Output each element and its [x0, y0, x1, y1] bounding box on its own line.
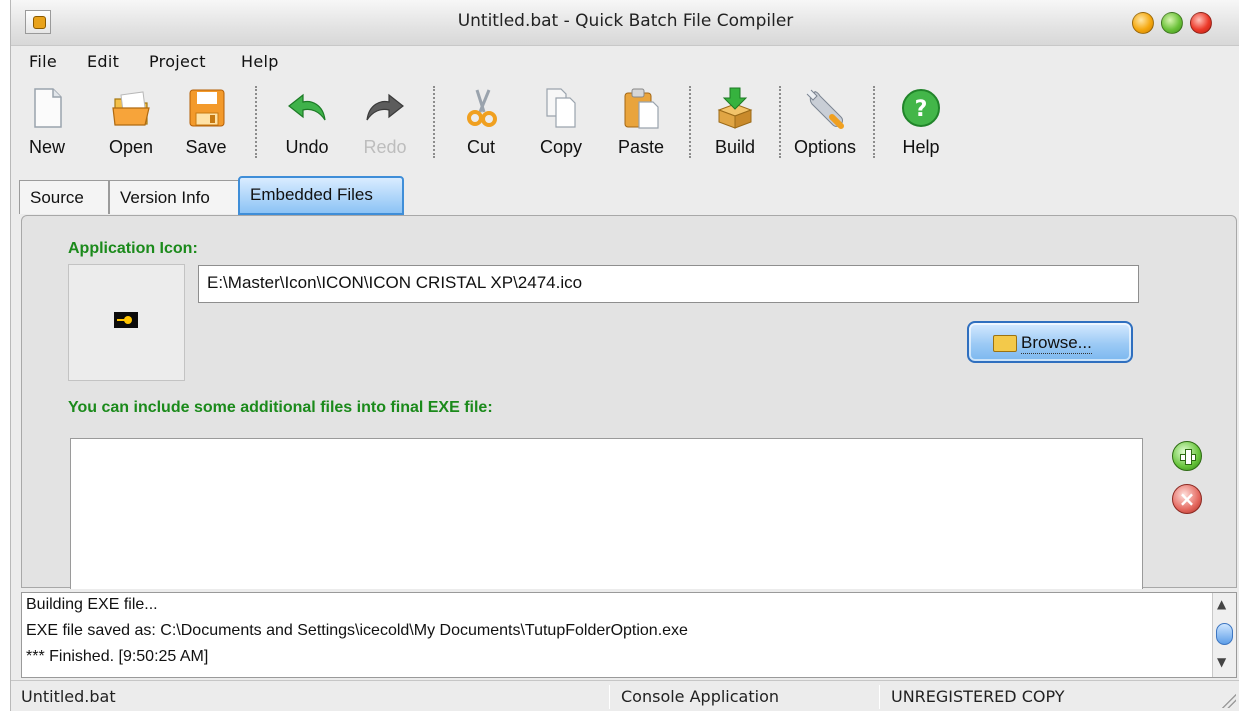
paste-button[interactable]: Paste	[611, 84, 671, 162]
app-window: Untitled.bat - Quick Batch File Compiler…	[10, 0, 1239, 711]
copy-icon	[546, 88, 576, 128]
tab-version-info[interactable]: Version Info	[109, 180, 239, 214]
paste-label: Paste	[617, 137, 665, 157]
log-scrollbar[interactable]: ▲ ▼	[1212, 593, 1236, 677]
toolbar-separator	[689, 86, 691, 158]
open-button[interactable]: Open	[101, 84, 161, 162]
menu-help[interactable]: Help	[241, 52, 279, 71]
redo-button[interactable]: Redo	[355, 84, 415, 162]
toolbar-separator	[779, 86, 781, 158]
undo-arrow-icon	[288, 93, 326, 121]
add-file-button[interactable]	[1172, 441, 1202, 471]
toolbar-separator	[873, 86, 875, 158]
embedded-files-panel: Application Icon: E:\Master\Icon\ICON\IC…	[21, 215, 1237, 589]
build-box-icon	[717, 87, 753, 129]
build-button[interactable]: Build	[705, 84, 765, 162]
build-label: Build	[714, 137, 756, 157]
window-title: Untitled.bat - Quick Batch File Compiler	[457, 11, 794, 31]
tab-source[interactable]: Source	[19, 180, 109, 214]
icon-path-field[interactable]: E:\Master\Icon\ICON\ICON CRISTAL XP\2474…	[198, 265, 1139, 303]
menu-project[interactable]: Project	[149, 52, 206, 71]
undo-label: Undo	[285, 137, 329, 157]
menu-file[interactable]: File	[29, 52, 57, 71]
tab-embedded-files[interactable]: Embedded Files	[238, 176, 404, 215]
folder-icon	[993, 335, 1017, 352]
scroll-thumb[interactable]	[1216, 623, 1233, 645]
additional-files-label: You can include some additional files in…	[68, 399, 493, 416]
scroll-up-arrow-icon[interactable]: ▲	[1217, 597, 1226, 611]
log-line: Building EXE file...	[26, 596, 158, 613]
status-bar: Untitled.bat Console Application UNREGIS…	[11, 680, 1239, 711]
remove-file-button[interactable]: ×	[1172, 484, 1202, 514]
status-divider	[609, 685, 610, 709]
options-label: Options	[793, 137, 857, 157]
toolbar: New Open Save Undo Redo Cut Copy Paste B…	[11, 78, 1239, 166]
close-button[interactable]	[1190, 12, 1212, 34]
toolbar-separator	[433, 86, 435, 158]
new-file-icon	[34, 88, 62, 128]
title-bar[interactable]: Untitled.bat - Quick Batch File Compiler	[11, 0, 1239, 46]
resize-grip-icon[interactable]	[1220, 692, 1236, 708]
help-label: Help	[902, 137, 940, 157]
minimize-button[interactable]	[1132, 12, 1154, 34]
new-button[interactable]: New	[17, 84, 77, 162]
embedded-files-list[interactable]	[70, 438, 1143, 589]
undo-button[interactable]: Undo	[277, 84, 337, 162]
output-log[interactable]: Building EXE file... EXE file saved as: …	[21, 592, 1237, 678]
status-divider	[879, 685, 880, 709]
desktop-edge	[0, 0, 10, 711]
save-disk-icon	[189, 89, 225, 127]
status-registration: UNREGISTERED COPY	[891, 687, 1065, 706]
status-app-type: Console Application	[621, 687, 779, 706]
save-button[interactable]: Save	[176, 84, 236, 162]
log-line: EXE file saved as: C:\Documents and Sett…	[26, 622, 688, 639]
maximize-button[interactable]	[1161, 12, 1183, 34]
help-button[interactable]: ? Help	[891, 84, 951, 162]
application-icon-label: Application Icon:	[68, 240, 198, 257]
scissors-icon	[467, 89, 497, 127]
paste-clipboard-icon	[624, 88, 659, 129]
cut-button[interactable]: Cut	[451, 84, 511, 162]
status-file-name: Untitled.bat	[21, 687, 116, 706]
options-button[interactable]: Options	[794, 84, 856, 162]
menu-edit[interactable]: Edit	[87, 52, 119, 71]
key-icon	[114, 312, 138, 328]
menu-bar: File Edit Project Help	[11, 46, 1239, 76]
scroll-down-arrow-icon[interactable]: ▼	[1217, 655, 1226, 669]
browse-label: Browse...	[1021, 333, 1092, 354]
wrench-icon	[806, 89, 844, 129]
save-label: Save	[185, 137, 227, 157]
open-label: Open	[108, 137, 154, 157]
browse-button[interactable]: Browse...	[967, 321, 1133, 363]
new-label: New	[28, 137, 65, 157]
help-question-icon: ?	[902, 89, 940, 127]
icon-preview	[68, 264, 185, 381]
svg-text:?: ?	[915, 97, 928, 122]
open-folder-icon	[112, 91, 150, 126]
remove-x-icon: ×	[1178, 487, 1196, 511]
log-line: *** Finished. [9:50:25 AM]	[26, 648, 209, 665]
redo-label: Redo	[363, 137, 407, 157]
copy-button[interactable]: Copy	[531, 84, 591, 162]
redo-arrow-icon	[366, 93, 404, 121]
cut-label: Cut	[466, 137, 495, 157]
copy-label: Copy	[539, 137, 583, 157]
toolbar-separator	[255, 86, 257, 158]
